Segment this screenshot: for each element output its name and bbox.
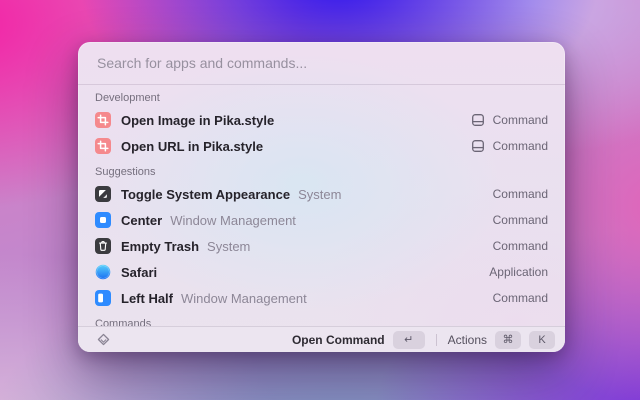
item-accessory-type: Command [493, 139, 548, 153]
item-accessory-type: Command [493, 113, 548, 127]
footer-bar: Open Command ↵ Actions ⌘ K [78, 326, 565, 352]
item-accessory-type: Command [493, 291, 548, 305]
footer-separator [436, 334, 437, 346]
command-window-icon [471, 139, 485, 153]
item-accessory-type: Command [493, 213, 548, 227]
item-subtitle: Window Management [181, 291, 307, 306]
item-title: Open URL in Pika.style [121, 139, 263, 154]
item-subtitle: System [207, 239, 250, 254]
command-window-icon [471, 113, 485, 127]
section-label: Development [86, 91, 557, 105]
launcher-window: Development Open Image in Pika.style Comma… [78, 42, 565, 352]
item-title: Center [121, 213, 162, 228]
center-window-icon [95, 212, 111, 228]
item-title: Open Image in Pika.style [121, 113, 274, 128]
item-subtitle: System [298, 187, 341, 202]
k-key-badge: K [529, 331, 555, 349]
section-label: Suggestions [86, 165, 557, 179]
list-item[interactable]: Safari Application [86, 259, 557, 285]
item-title: Left Half [121, 291, 173, 306]
list-item[interactable]: Left Half Window Management Command [86, 285, 557, 311]
item-accessory-type: Command [493, 239, 548, 253]
pika-icon [95, 112, 111, 128]
list-item[interactable]: Center Window Management Command [86, 207, 557, 233]
return-key-badge: ↵ [393, 331, 425, 349]
item-title: Empty Trash [121, 239, 199, 254]
item-subtitle: Window Management [170, 213, 296, 228]
list-item[interactable]: Toggle System Appearance System Command [86, 181, 557, 207]
command-key-badge: ⌘ [495, 331, 521, 349]
empty-trash-icon [95, 238, 111, 254]
safari-icon [95, 264, 111, 280]
left-half-icon [95, 290, 111, 306]
item-title: Toggle System Appearance [121, 187, 290, 202]
list-item[interactable]: Empty Trash System Command [86, 233, 557, 259]
item-accessory-type: Command [493, 187, 548, 201]
results-list: Development Open Image in Pika.style Comma… [78, 85, 565, 352]
appearance-toggle-icon [95, 186, 111, 202]
raycast-logo-icon [95, 332, 111, 348]
search-input[interactable] [95, 54, 548, 72]
item-accessory-type: Application [489, 265, 548, 279]
item-title: Safari [121, 265, 157, 280]
pika-icon [95, 138, 111, 154]
list-item[interactable]: Open URL in Pika.style Command [86, 133, 557, 159]
actions-button[interactable]: Actions [448, 333, 487, 347]
search-bar [78, 42, 565, 85]
open-command-button[interactable]: Open Command [292, 333, 385, 347]
list-item[interactable]: Open Image in Pika.style Command [86, 107, 557, 133]
